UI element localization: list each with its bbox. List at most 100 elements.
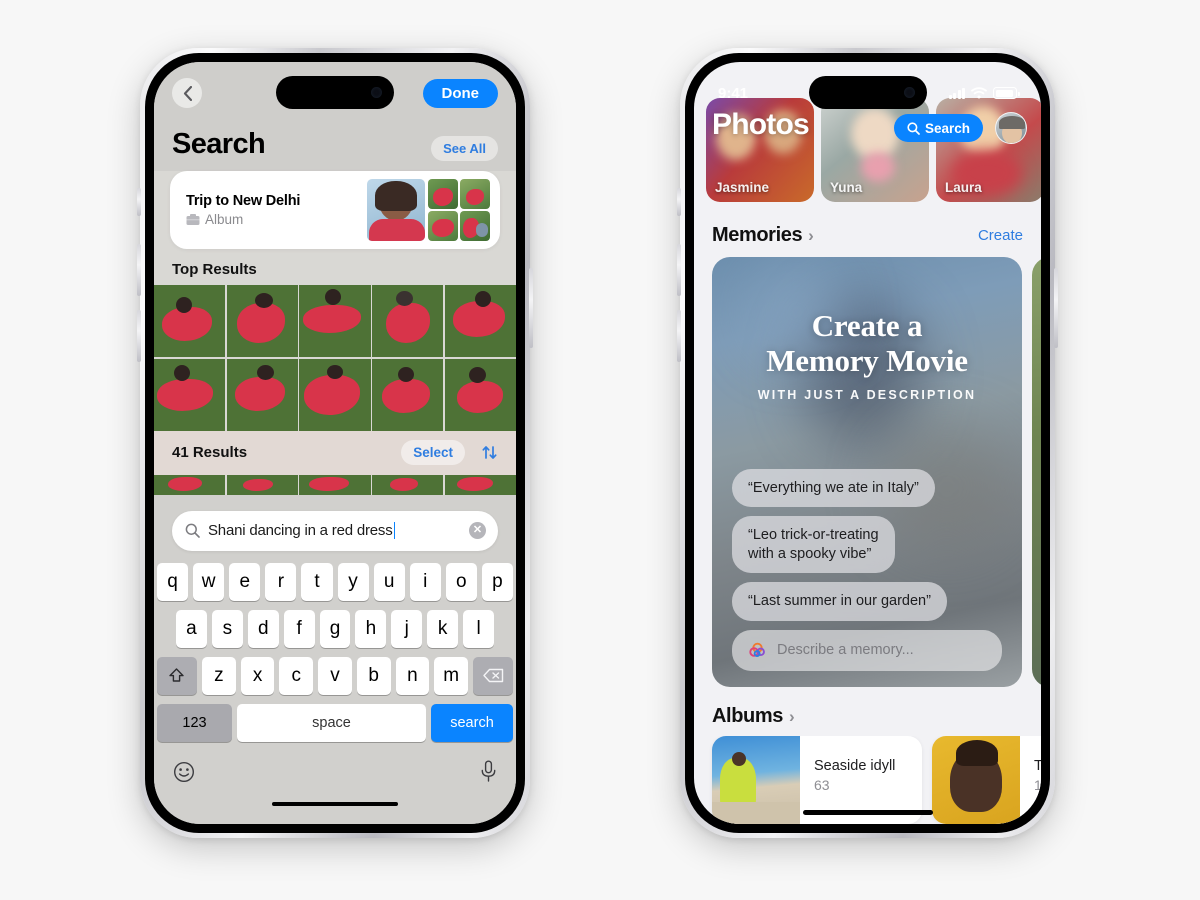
account-avatar[interactable] <box>995 112 1027 144</box>
keyboard-row-3: z x c v b n m <box>156 656 514 695</box>
key-c[interactable]: c <box>279 656 314 695</box>
photo-thumbnail[interactable] <box>226 285 298 357</box>
key-b[interactable]: b <box>356 656 391 695</box>
key-u[interactable]: u <box>373 562 405 601</box>
search-input[interactable]: Shani dancing in a red dress ✕ <box>172 510 498 551</box>
volume-up-button[interactable] <box>137 244 141 296</box>
key-e[interactable]: e <box>229 562 261 601</box>
photo-thumbnail[interactable] <box>299 285 371 357</box>
describe-memory-input[interactable]: Describe a memory... <box>732 630 1002 671</box>
screenshot-stage: Done Search See All Trip to New Delhi Al… <box>0 0 1200 900</box>
numbers-key[interactable]: 123 <box>157 703 232 742</box>
photo-thumbnail[interactable] <box>226 358 298 431</box>
album-tile-meta: Test 159 <box>1020 736 1041 824</box>
key-d[interactable]: d <box>247 609 279 648</box>
key-n[interactable]: n <box>395 656 430 695</box>
album-thumb-grid <box>428 179 490 241</box>
memory-card-content: Create a Memory Movie WITH JUST A DESCRI… <box>712 257 1022 687</box>
memory-card-title-line2: Memory Movie <box>766 342 968 378</box>
keyboard-row-1: q w e r t y u i o p <box>157 562 513 601</box>
key-t[interactable]: t <box>301 562 333 601</box>
memory-suggestion-chip[interactable]: “Everything we ate in Italy” <box>732 468 935 508</box>
photo-thumbnail[interactable] <box>444 358 516 431</box>
key-g[interactable]: g <box>319 609 351 648</box>
mute-switch[interactable] <box>677 188 681 216</box>
search-input-value-wrap: Shani dancing in a red dress <box>208 522 461 539</box>
text-caret <box>393 522 396 539</box>
mute-switch[interactable] <box>137 188 141 216</box>
key-v[interactable]: v <box>318 656 352 695</box>
phone-left-screen: Done Search See All Trip to New Delhi Al… <box>154 62 516 824</box>
photo-thumbnail[interactable] <box>154 358 226 431</box>
key-o[interactable]: o <box>445 562 477 601</box>
album-tile[interactable]: Test 159 <box>932 736 1041 824</box>
key-l[interactable]: l <box>463 609 495 648</box>
memory-card-title-line1: Create a <box>811 308 923 343</box>
memory-suggestion-chip[interactable]: “Leo trick-or-treating with a spooky vib… <box>732 516 895 574</box>
microphone-icon[interactable] <box>480 760 497 783</box>
memory-card-next-peek[interactable] <box>1032 257 1041 687</box>
key-p[interactable]: p <box>481 562 513 601</box>
shift-key[interactable] <box>156 656 197 695</box>
key-h[interactable]: h <box>355 609 387 648</box>
sort-arrows-icon[interactable] <box>481 444 498 461</box>
key-f[interactable]: f <box>283 609 315 648</box>
key-m[interactable]: m <box>434 656 469 695</box>
key-k[interactable]: k <box>427 609 459 648</box>
volume-up-button[interactable] <box>677 244 681 296</box>
key-j[interactable]: j <box>391 609 423 648</box>
key-w[interactable]: w <box>193 562 225 601</box>
album-cover-image <box>932 736 1020 824</box>
search-button[interactable]: Search <box>893 114 983 142</box>
album-tile-count: 159 <box>1034 777 1041 793</box>
key-q[interactable]: q <box>157 562 189 601</box>
volume-down-button[interactable] <box>677 310 681 362</box>
photo-thumbnail[interactable] <box>299 358 371 431</box>
photo-thumbnail[interactable] <box>299 474 371 495</box>
key-a[interactable]: a <box>176 609 207 648</box>
results-count: 41 Results <box>172 444 248 461</box>
phone-left-bezel: Done Search See All Trip to New Delhi Al… <box>145 53 525 833</box>
keyboard-row-2: a s d f g h j k l <box>157 609 513 648</box>
phone-right-photos: 9:41 Jasmine Yuna Laura Photos Search Me… <box>677 48 1058 838</box>
done-button[interactable]: Done <box>422 78 498 108</box>
emoji-icon[interactable] <box>173 761 195 783</box>
key-z[interactable]: z <box>201 656 236 695</box>
photo-thumbnail[interactable] <box>444 285 516 357</box>
search-icon <box>907 121 920 135</box>
album-result-card[interactable]: Trip to New Delhi Album <box>170 171 500 249</box>
backspace-key[interactable] <box>473 656 514 695</box>
power-button[interactable] <box>529 268 533 348</box>
album-result-subtitle: Album <box>186 212 367 227</box>
photo-thumbnail[interactable] <box>372 285 444 357</box>
search-field-wrapper: Shani dancing in a red dress ✕ <box>154 495 516 561</box>
key-y[interactable]: y <box>337 562 369 601</box>
memory-movie-card[interactable]: Create a Memory Movie WITH JUST A DESCRI… <box>712 257 1022 687</box>
power-button[interactable] <box>1054 268 1058 348</box>
search-return-key[interactable]: search <box>431 703 513 742</box>
memories-title-group[interactable]: Memories › <box>712 224 814 247</box>
volume-down-button[interactable] <box>137 310 141 362</box>
photo-thumbnail[interactable] <box>154 474 226 495</box>
album-thumb <box>428 211 458 241</box>
space-key[interactable]: space <box>237 703 426 742</box>
create-memory-button[interactable]: Create <box>978 227 1023 244</box>
clear-circle-icon[interactable]: ✕ <box>469 522 486 539</box>
key-r[interactable]: r <box>265 562 297 601</box>
photo-thumbnail[interactable] <box>372 474 444 495</box>
photo-thumbnail[interactable] <box>154 285 226 357</box>
photo-thumbnail[interactable] <box>372 358 444 431</box>
album-cover-image <box>712 736 800 824</box>
see-all-button[interactable]: See All <box>431 136 498 161</box>
key-x[interactable]: x <box>240 656 275 695</box>
key-s[interactable]: s <box>211 609 243 648</box>
select-button[interactable]: Select <box>401 440 465 465</box>
key-i[interactable]: i <box>409 562 441 601</box>
memory-suggestion-chip[interactable]: “Last summer in our garden” <box>732 582 947 621</box>
back-button[interactable] <box>172 78 202 108</box>
memories-carousel[interactable]: Create a Memory Movie WITH JUST A DESCRI… <box>694 257 1041 687</box>
keyboard-row-4: 123 space search <box>157 703 513 742</box>
photo-thumbnail[interactable] <box>444 474 516 495</box>
albums-title-group[interactable]: Albums › <box>712 705 795 728</box>
photo-thumbnail[interactable] <box>226 474 298 495</box>
